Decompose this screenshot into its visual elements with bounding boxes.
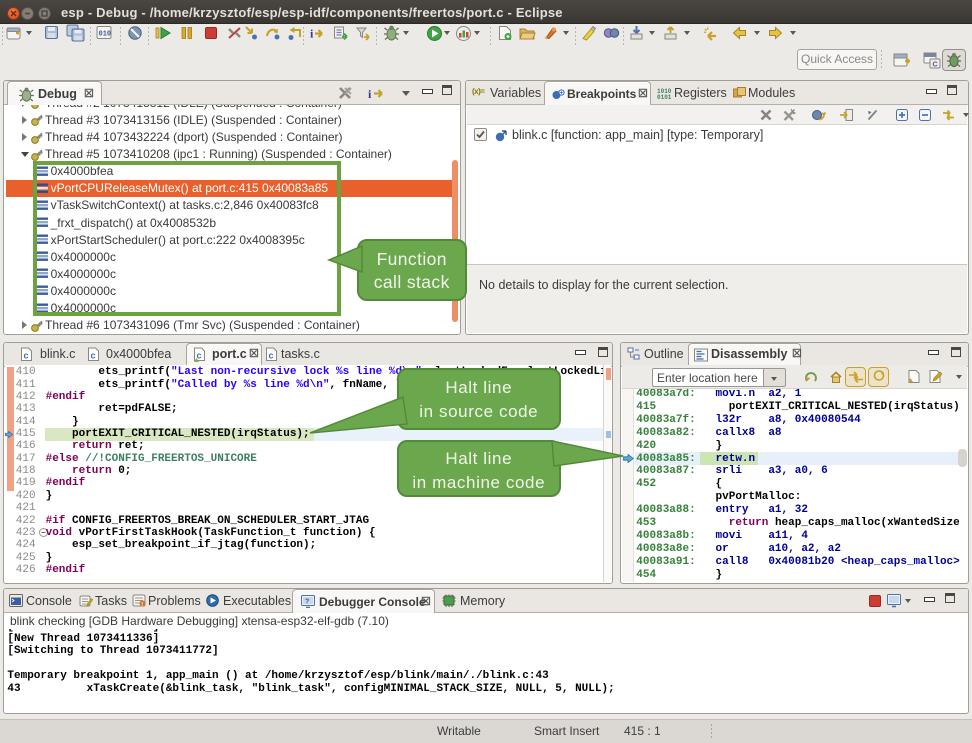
svg-text:c: c [24,351,29,361]
svg-text:i: i [310,27,314,41]
svg-text:c: c [269,351,274,361]
svg-text:!: ! [141,602,143,607]
svg-text:c: c [91,351,96,361]
svg-text:i: i [368,87,372,101]
svg-text:0101: 0101 [657,94,672,99]
svg-text:C: C [933,62,938,69]
svg-text:010: 010 [99,31,112,39]
svg-text:c: c [197,351,202,361]
svg-text:?: ? [305,599,309,606]
